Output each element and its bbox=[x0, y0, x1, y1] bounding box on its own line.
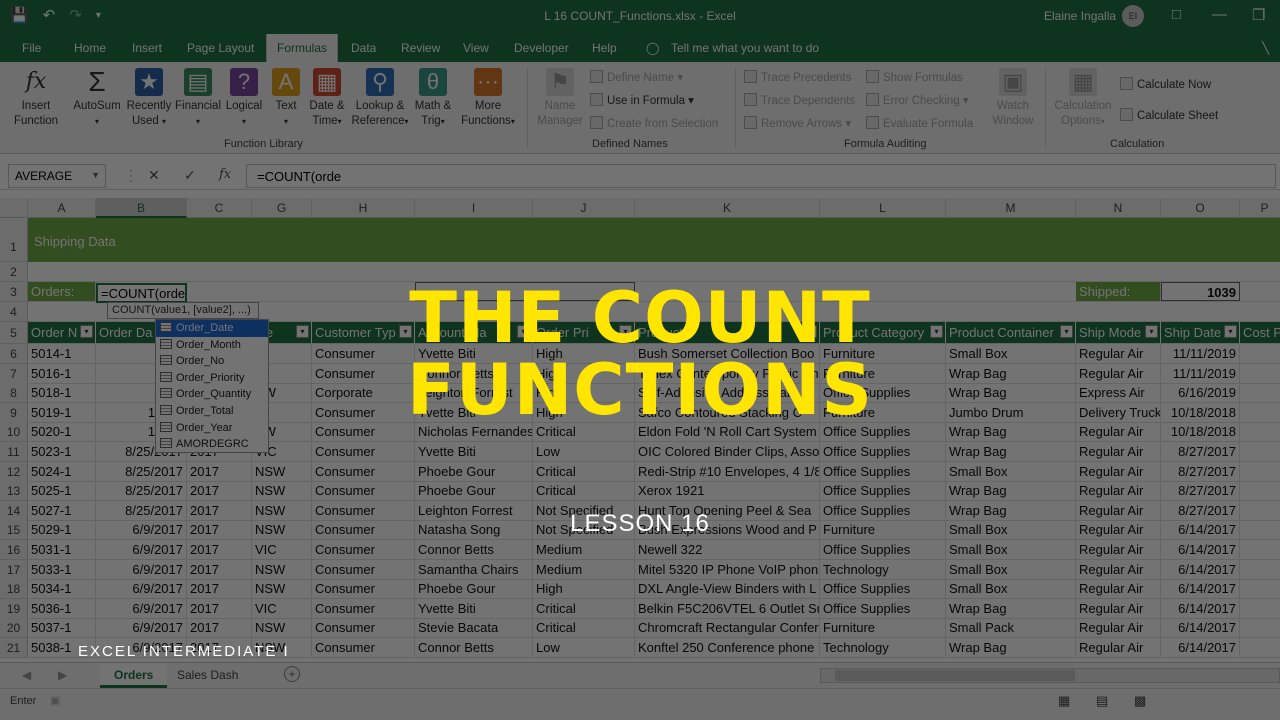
lesson-title: THE COUNT FUNCTIONS bbox=[0, 282, 1280, 426]
course-name: EXCEL INTERMEDIATE I bbox=[78, 643, 290, 660]
title-line-2: FUNCTIONS bbox=[407, 349, 873, 431]
title-line-1: THE COUNT bbox=[409, 277, 871, 359]
lesson-title-overlay: THE COUNT FUNCTIONS LESSON 16 EXCEL INTE… bbox=[0, 0, 1280, 720]
lesson-number: LESSON 16 bbox=[570, 510, 710, 537]
